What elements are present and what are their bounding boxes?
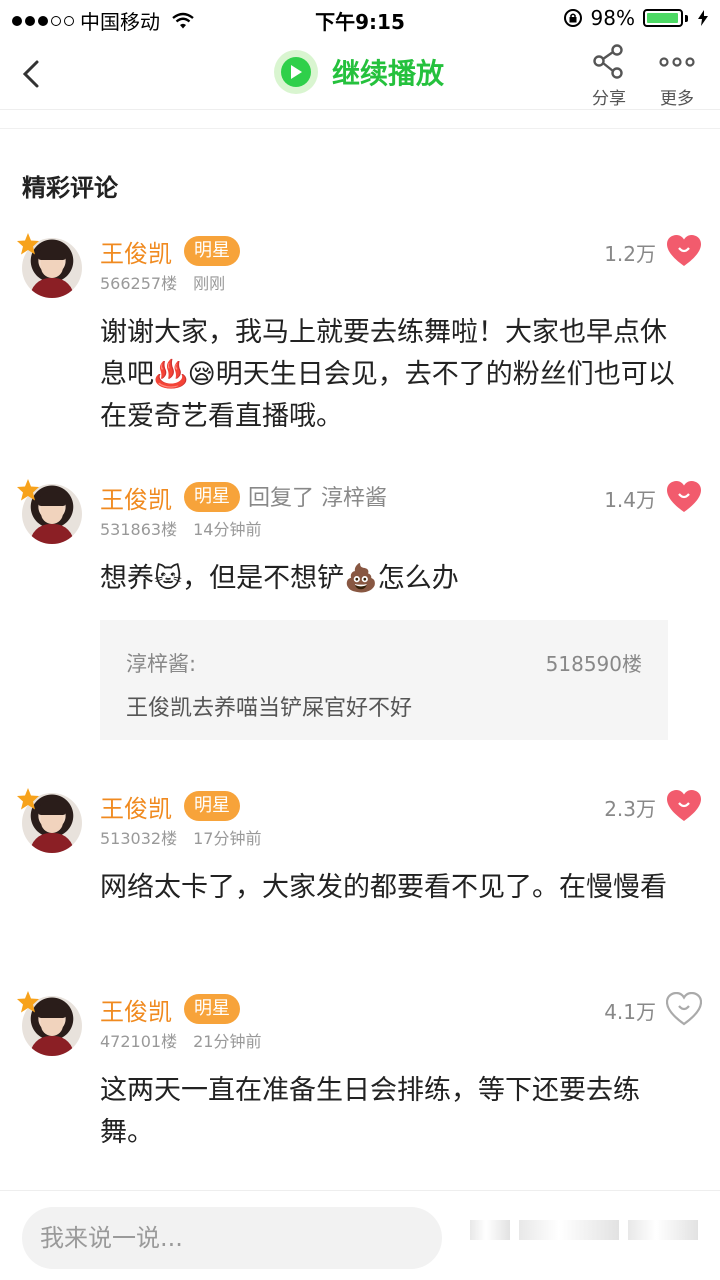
battery-fill [647,13,679,23]
avatar[interactable] [16,990,84,1058]
comment-time: 14分钟前 [193,520,262,539]
back-icon[interactable] [18,56,44,92]
celebrity-badge: 明星 [184,236,240,266]
heart-icon[interactable] [666,789,702,823]
status-bar: 中国移动 下午9:15 98% [0,0,720,38]
comment-meta: 531863楼 14分钟前 [100,516,261,540]
avatar[interactable] [16,478,84,546]
floor-number: 531863楼 [100,520,178,539]
star-icon [17,788,39,810]
comment-input[interactable] [22,1207,442,1269]
comment-text: 网络太卡了，大家发的都要看不见了。在慢慢看 [100,872,667,903]
username[interactable]: 王俊凯 [100,992,172,1027]
action-placeholder [628,1220,698,1240]
username[interactable]: 王俊凯 [100,789,172,824]
celebrity-badge: 明星 [184,482,240,512]
quoted-username: 淳梓酱: [126,652,197,676]
comment-time: 17分钟前 [193,829,262,848]
comment-time: 21分钟前 [193,1032,262,1051]
heart-icon[interactable] [666,234,702,268]
nav-bar: 继续播放 分享 更多 [0,38,720,110]
star-icon [17,233,39,255]
section-title: 精彩评论 [22,174,118,202]
battery-percent: 98% [590,6,635,30]
lock-rotation-icon [563,9,582,27]
like-count: 4.1万 [604,1000,656,1024]
like-count: 1.4万 [604,488,656,512]
floor-number: 566257楼 [100,274,178,293]
star-icon [17,479,39,501]
more-icon[interactable] [657,44,697,80]
quoted-comment[interactable]: 淳梓酱: 518590楼 王俊凯去养喵当铲屎官好不好 [100,620,668,740]
like-count: 1.2万 [604,242,656,266]
comment-text: 这两天一直在准备生日会排练，等下还要去练舞。 [100,1075,640,1148]
heart-icon[interactable] [666,480,702,514]
continue-play-label[interactable]: 继续播放 [332,52,444,92]
battery-icon [643,9,688,27]
more-label[interactable]: 更多 [660,84,694,109]
floor-number: 472101楼 [100,1032,178,1051]
bottom-comment-bar [0,1190,720,1280]
comment-meta: 566257楼 刚刚 [100,270,225,294]
action-placeholder [470,1220,510,1240]
celebrity-badge: 明星 [184,791,240,821]
heart-outline-icon[interactable] [666,992,702,1026]
comment-text: 想养🐱，但是不想铲💩怎么办 [100,563,459,594]
share-icon[interactable] [592,44,626,80]
floor-number: 513032楼 [100,829,178,848]
play-icon[interactable] [274,50,318,94]
celebrity-badge: 明星 [184,994,240,1024]
username[interactable]: 王俊凯 [100,480,172,515]
avatar[interactable] [16,232,84,300]
comment-text: 谢谢大家，我马上就要去练舞啦！大家也早点休息吧♨️😪明天生日会见，去不了的粉丝们… [100,317,675,432]
bottom-actions [470,1219,698,1241]
continue-play-button[interactable]: 继续播放 [274,50,444,94]
username[interactable]: 王俊凯 [100,234,172,269]
star-icon [17,991,39,1013]
more-button[interactable]: 更多 [652,44,702,109]
divider [0,111,720,129]
share-label[interactable]: 分享 [592,84,626,109]
status-right: 98% [563,6,708,30]
quoted-floor: 518590楼 [545,652,642,676]
comment-meta: 513032楼 17分钟前 [100,825,261,849]
comment-meta: 472101楼 21分钟前 [100,1028,261,1052]
quoted-text: 王俊凯去养喵当铲屎官好不好 [126,696,413,721]
comment-time: 刚刚 [193,274,226,293]
avatar[interactable] [16,787,84,855]
charging-bolt-icon [698,10,708,26]
action-placeholder [519,1220,619,1240]
reply-to-label[interactable]: 回复了 淳梓酱 [248,480,387,512]
like-count: 2.3万 [604,797,656,821]
share-button[interactable]: 分享 [584,44,634,109]
